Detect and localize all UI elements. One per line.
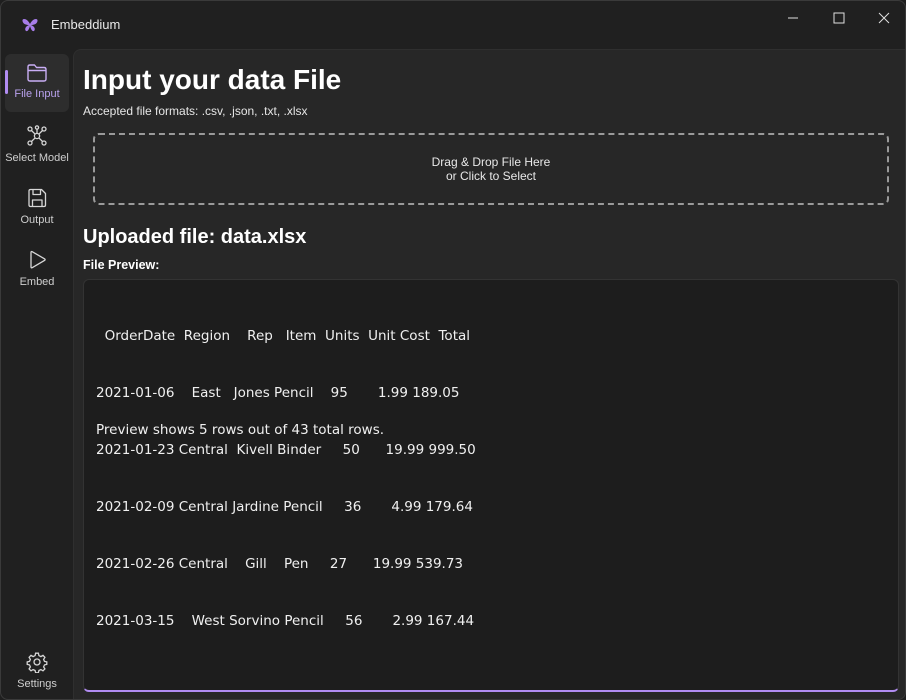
preview-row-count-note: Preview shows 5 rows out of 43 total row… xyxy=(96,422,385,438)
preview-header-row: OrderDate Region Rep Item Units Unit Cos… xyxy=(96,328,471,344)
sidebar-item-embed[interactable]: Embed xyxy=(5,240,69,298)
close-button[interactable] xyxy=(861,1,905,35)
sidebar: File Input Select Model Output Embed Set… xyxy=(1,49,73,699)
preview-row: 2021-01-06 East Jones Pencil 95 1.99 189… xyxy=(96,385,460,401)
preview-row: 2021-01-23 Central Kivell Binder 50 19.9… xyxy=(96,442,476,458)
sidebar-item-label: File Input xyxy=(14,88,60,100)
sidebar-item-output[interactable]: Output xyxy=(5,178,69,236)
title-bar: Embeddium xyxy=(1,1,905,49)
sidebar-item-select-model[interactable]: Select Model xyxy=(5,116,69,174)
butterfly-logo-icon xyxy=(22,19,38,32)
save-icon xyxy=(28,188,47,208)
sidebar-item-file-input[interactable]: File Input xyxy=(5,54,69,112)
preview-row: 2021-02-26 Central Gill Pen 27 19.99 539… xyxy=(96,556,464,572)
uploaded-file-heading: Uploaded file: data.xlsx xyxy=(83,226,307,248)
sidebar-item-label: Select Model xyxy=(5,152,69,164)
main-content: Input your data File Accepted file forma… xyxy=(73,49,905,699)
preview-row: 2021-03-15 West Sorvino Pencil 56 2.99 1… xyxy=(96,613,475,629)
file-preview-label: File Preview: xyxy=(83,258,160,272)
file-dropzone[interactable]: Drag & Drop File Here or Click to Select xyxy=(93,133,889,205)
minimize-button[interactable] xyxy=(770,1,816,35)
accepted-formats-text: Accepted file formats: .csv, .json, .txt… xyxy=(83,104,308,118)
sidebar-item-label: Embed xyxy=(19,276,55,288)
preview-row: 2021-02-09 Central Jardine Pencil 36 4.9… xyxy=(96,499,473,515)
dropzone-line-2: or Click to Select xyxy=(445,169,537,183)
preview-table: OrderDate Region Rep Item Units Unit Cos… xyxy=(96,289,476,669)
minimize-icon xyxy=(788,17,798,19)
folder-icon xyxy=(27,64,47,82)
app-window: Embeddium File Input Select Model Output… xyxy=(0,0,906,700)
app-title: Embeddium xyxy=(51,17,121,32)
page-title: Input your data File xyxy=(83,64,342,95)
close-icon xyxy=(878,12,890,24)
active-indicator xyxy=(5,70,8,94)
network-icon xyxy=(27,125,47,146)
maximize-icon xyxy=(833,12,845,24)
sidebar-item-settings[interactable]: Settings xyxy=(5,642,69,699)
play-icon xyxy=(30,250,46,269)
sidebar-item-label: Settings xyxy=(17,678,57,690)
dropzone-line-1: Drag & Drop File Here xyxy=(431,155,551,169)
gear-icon xyxy=(26,652,48,673)
maximize-button[interactable] xyxy=(816,1,862,35)
sidebar-item-label: Output xyxy=(20,214,54,226)
file-preview-textbox[interactable]: OrderDate Region Rep Item Units Unit Cos… xyxy=(83,279,899,692)
